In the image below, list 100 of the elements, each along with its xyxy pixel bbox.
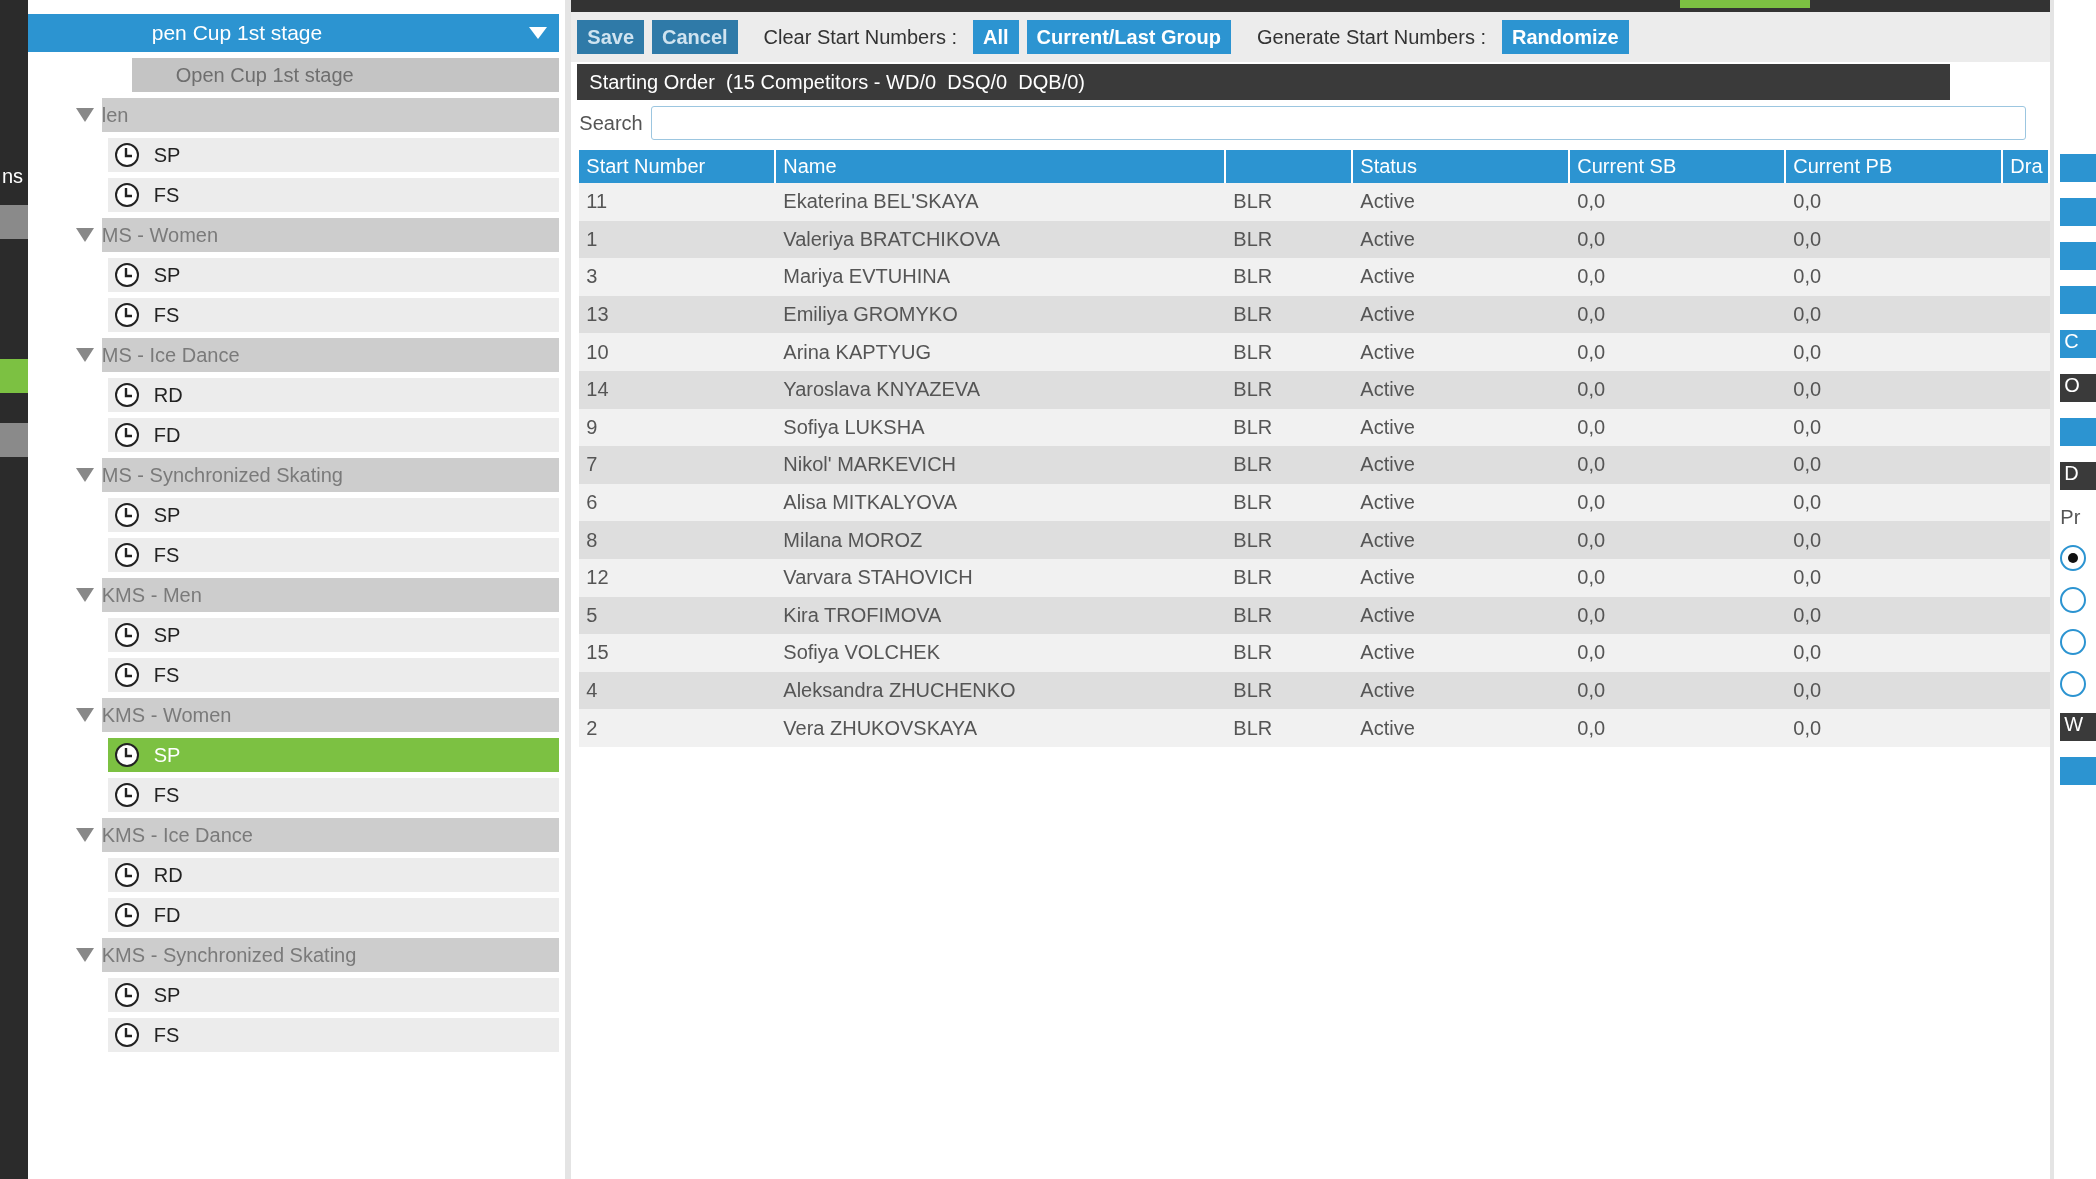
caret-icon [529, 27, 548, 39]
radio-button[interactable] [2060, 587, 2087, 613]
table-cell: 3 [579, 258, 777, 296]
table-cell: BLR [1226, 596, 1354, 635]
tree-item[interactable]: SP [107, 138, 560, 172]
tree-group[interactable]: KMS - Women [101, 698, 560, 732]
table-cell: 9 [579, 408, 777, 447]
expand-icon[interactable] [75, 708, 94, 722]
section-header: O [2060, 374, 2096, 402]
table-cell: Active [1353, 333, 1571, 371]
table-cell: 8 [579, 521, 777, 559]
sidebar-text: ns [2, 165, 25, 189]
expand-icon[interactable] [75, 948, 94, 962]
table-cell: 6 [579, 483, 777, 522]
table-cell: Aleksandra ZHUCHENKO [776, 671, 1227, 710]
table-cell: Nikol' MARKEVICH [776, 446, 1227, 484]
tree-group[interactable]: MS - Synchronized Skating [101, 458, 560, 492]
clock-icon [113, 262, 140, 288]
tree-group[interactable]: MS - Ice Dance [101, 338, 560, 372]
cancel-button[interactable]: Cancel [652, 20, 738, 54]
column-header[interactable]: Dra [2003, 150, 2051, 183]
table-cell: BLR [1226, 709, 1354, 747]
radio-button[interactable] [2060, 629, 2087, 655]
tree-item[interactable]: FD [107, 898, 560, 932]
toolbar-label: Generate Start Numbers : [1257, 25, 1486, 49]
column-header[interactable]: Start Number [579, 150, 777, 183]
table-cell: BLR [1226, 220, 1354, 259]
expand-icon[interactable] [75, 588, 94, 602]
randomize-button[interactable]: Randomize [1502, 20, 1629, 54]
search-label: Search [579, 111, 643, 135]
tree-item[interactable]: RD [107, 858, 560, 892]
column-header[interactable]: Status [1353, 150, 1571, 183]
event-dropdown[interactable]: pen Cup 1st stage [27, 14, 560, 52]
table-cell: 0,0 [1570, 295, 1787, 334]
save-button[interactable]: Save [577, 20, 644, 54]
clock-icon [113, 782, 140, 808]
expand-icon[interactable] [75, 108, 94, 122]
tree-item[interactable]: RD [107, 378, 560, 412]
tree-item[interactable]: FS [107, 538, 560, 572]
table-cell: Mariya EVTUHINA [776, 258, 1227, 296]
section-header: D [2060, 462, 2096, 490]
column-header[interactable]: Current SB [1570, 150, 1787, 183]
tree-item[interactable]: SP [107, 978, 560, 1012]
table-cell: Sofiya VOLCHEK [776, 634, 1227, 672]
clock-icon [113, 502, 140, 528]
clock-icon [113, 422, 140, 448]
expand-icon[interactable] [75, 828, 94, 842]
table-cell: Active [1353, 258, 1571, 296]
tree-group[interactable]: KMS - Men [101, 578, 560, 612]
table-cell: 7 [579, 446, 777, 484]
radio-button[interactable] [2060, 545, 2087, 571]
column-header[interactable]: Name [776, 150, 1227, 183]
clock-icon [113, 862, 140, 888]
section-header: W [2060, 713, 2096, 741]
table-cell: 0,0 [1786, 709, 2051, 747]
tree-item[interactable]: FS [107, 178, 560, 212]
tree-item[interactable]: SP [107, 258, 560, 292]
table-cell: BLR [1226, 446, 1354, 484]
tree-item[interactable]: SP [107, 498, 560, 532]
tree-item[interactable]: FD [107, 418, 560, 452]
table-cell: 0,0 [1786, 295, 2051, 334]
search-field[interactable] [650, 106, 2027, 140]
tree-group[interactable]: len [101, 98, 560, 132]
tree-item[interactable]: FS [107, 298, 560, 332]
table-cell: 0,0 [1786, 671, 2051, 710]
expand-icon[interactable] [75, 228, 94, 242]
clock-icon [113, 1022, 140, 1048]
table-cell: BLR [1226, 183, 1354, 221]
tree-item[interactable]: SP [107, 738, 560, 772]
table-cell: Active [1353, 220, 1571, 259]
tree-item[interactable]: Open Cup 1st stage [131, 58, 560, 92]
clock-icon [113, 622, 140, 648]
table-cell: Arina KAPTYUG [776, 333, 1227, 371]
table-cell: Valeriya BRATCHIKOVA [776, 220, 1227, 259]
table-cell: Sofiya LUKSHA [776, 408, 1227, 447]
tree-item[interactable]: FS [107, 658, 560, 692]
tree-group[interactable]: KMS - Ice Dance [101, 818, 560, 852]
tree-item[interactable]: FS [107, 1018, 560, 1052]
radio-button[interactable] [2060, 671, 2087, 697]
clear-all-button[interactable]: All [973, 20, 1019, 54]
tree-group[interactable]: KMS - Synchronized Skating [101, 938, 560, 972]
clock-icon [113, 302, 140, 328]
tree-group[interactable]: MS - Women [101, 218, 560, 252]
table-cell: 0,0 [1786, 521, 2051, 559]
table-cell: Active [1353, 483, 1571, 522]
table-cell: BLR [1226, 333, 1354, 371]
clear-group-button[interactable]: Current/Last Group [1026, 20, 1231, 54]
side-button[interactable]: C [2060, 330, 2096, 358]
tree-item[interactable]: FS [107, 778, 560, 812]
table-cell: BLR [1226, 483, 1354, 522]
expand-icon[interactable] [75, 468, 94, 482]
clock-icon [113, 982, 140, 1008]
table-cell: 0,0 [1570, 521, 1787, 559]
table-cell: Emiliya GROMYKO [776, 295, 1227, 334]
table-cell: 0,0 [1570, 333, 1787, 371]
table-cell: Active [1353, 558, 1571, 597]
clock-icon [113, 142, 140, 168]
expand-icon[interactable] [75, 348, 94, 362]
tree-item[interactable]: SP [107, 618, 560, 652]
column-header[interactable]: Current PB [1786, 150, 2004, 183]
